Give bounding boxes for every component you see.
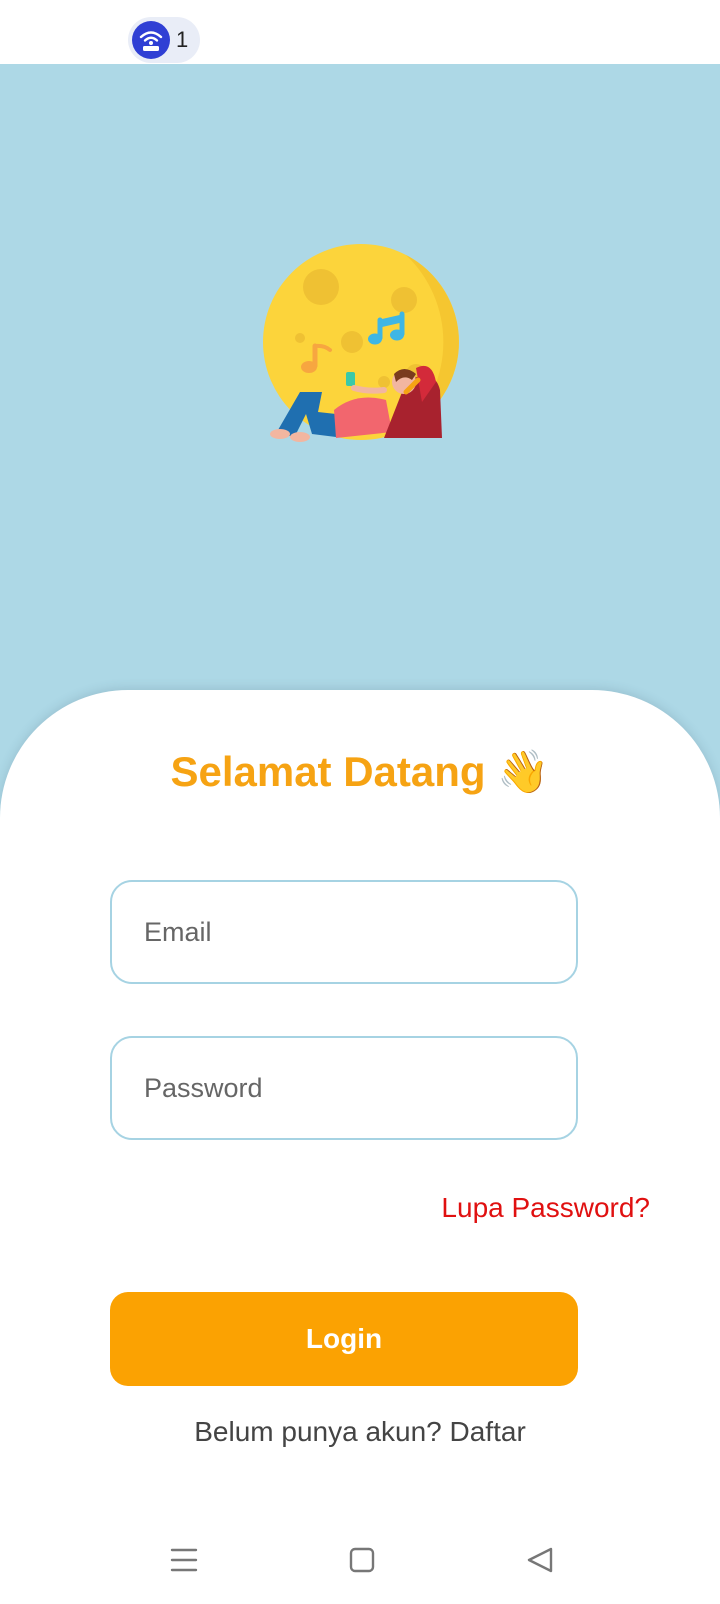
- welcome-text: Selamat Datang: [170, 748, 486, 795]
- email-field[interactable]: [110, 880, 578, 984]
- signup-prompt[interactable]: Belum punya akun? Daftar: [0, 1416, 720, 1448]
- login-button[interactable]: Login: [110, 1292, 578, 1386]
- hotspot-icon: [132, 21, 170, 59]
- menu-icon[interactable]: [154, 1530, 214, 1590]
- password-field[interactable]: [110, 1036, 578, 1140]
- system-nav-bar: [0, 1530, 720, 1590]
- waving-hand-icon: 👋: [497, 747, 550, 796]
- moon-music-girl-illustration: [263, 244, 459, 442]
- welcome-title: Selamat Datang 👋: [0, 744, 720, 800]
- status-bar: 1: [0, 0, 720, 64]
- back-triangle-icon[interactable]: [510, 1530, 570, 1590]
- hotspot-count: 1: [176, 27, 189, 52]
- hotspot-indicator[interactable]: 1: [128, 17, 200, 63]
- home-square-icon[interactable]: [332, 1530, 392, 1590]
- forgot-password-link[interactable]: Lupa Password?: [441, 1192, 650, 1224]
- login-card: [0, 690, 720, 1604]
